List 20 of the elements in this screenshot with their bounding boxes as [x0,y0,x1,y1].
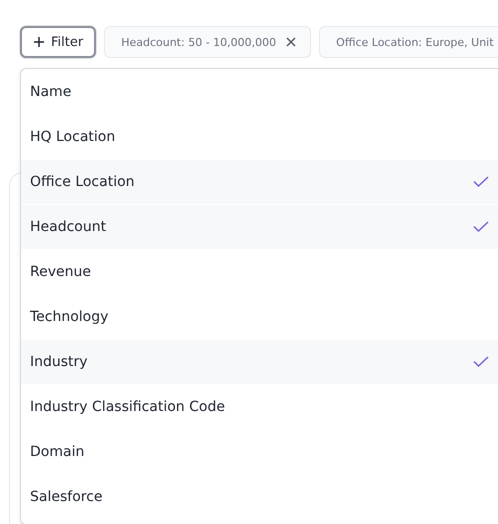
menu-item[interactable]: Name [21,70,498,114]
check-icon [473,356,489,368]
menu-item[interactable]: Salesforce [21,475,498,519]
close-icon[interactable] [286,37,296,47]
menu-item[interactable]: Industry Classification Code [21,385,498,429]
menu-item[interactable]: HQ Location [21,115,498,159]
filter-chip[interactable]: Office Location: Europe, Unit [319,26,498,58]
menu-item[interactable]: Industry [21,340,498,384]
menu-item[interactable]: Revenue [21,250,498,294]
chip-label: Office Location: Europe, Unit [336,36,494,48]
menu-item[interactable]: Domain [21,430,498,474]
menu-item[interactable]: Technology [21,295,498,339]
plus-icon [33,36,45,48]
menu-item[interactable]: Headcount [21,205,498,249]
check-icon [473,221,489,233]
filter-chip[interactable]: Headcount: 50 - 10,000,000 [104,26,312,58]
check-icon [473,176,489,188]
menu-item[interactable]: Office Location [21,160,498,204]
filter-button[interactable]: Filter [20,26,96,58]
chip-label: Headcount: 50 - 10,000,000 [121,36,276,48]
